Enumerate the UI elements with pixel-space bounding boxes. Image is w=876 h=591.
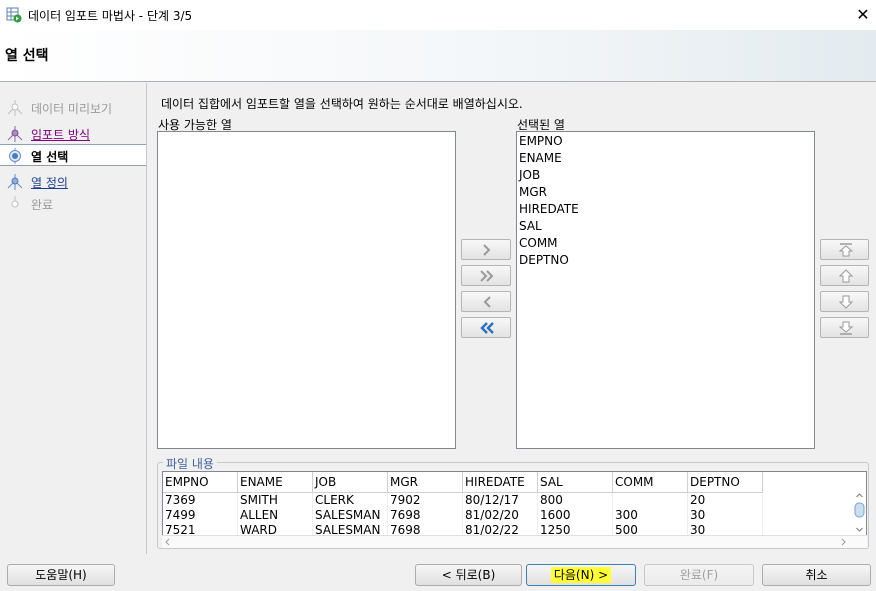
nav-step-label: 열 선택 bbox=[31, 150, 69, 164]
nav-step-label[interactable]: 임포트 방식 bbox=[31, 126, 90, 143]
arrow-up-icon bbox=[838, 269, 854, 283]
move-all-left-button[interactable] bbox=[461, 317, 511, 338]
chevron-right-icon bbox=[483, 244, 491, 256]
current-step-icon bbox=[9, 148, 21, 164]
next-button[interactable]: 다음(N) > bbox=[526, 564, 636, 586]
column-header[interactable]: DEPTNO bbox=[688, 472, 763, 493]
selected-column-item[interactable]: MGR bbox=[517, 184, 814, 201]
step-node-icon bbox=[7, 100, 23, 116]
nav-step-finish: 완료 bbox=[0, 193, 146, 215]
move-bottom-icon bbox=[838, 321, 854, 335]
column-header[interactable]: SAL bbox=[538, 472, 613, 493]
back-button[interactable]: < 뒤로(B) bbox=[415, 564, 522, 586]
move-to-bottom-button[interactable] bbox=[820, 317, 869, 338]
selected-columns-list[interactable]: EMPNO ENAME JOB MGR HIREDATE SAL COMM DEPTNO bbox=[516, 131, 815, 449]
table-column: JOB CLERK SALESMAN SALESMAN bbox=[313, 472, 388, 536]
move-left-button[interactable] bbox=[461, 291, 511, 312]
table-column: DEPTNO 20 30 30 bbox=[688, 472, 763, 536]
scrollbar-arrows-icon bbox=[165, 538, 846, 546]
close-icon[interactable]: ✕ bbox=[852, 4, 874, 26]
table-cell: SMITH bbox=[238, 493, 313, 508]
selected-column-item[interactable]: JOB bbox=[517, 167, 814, 184]
column-header[interactable]: MGR bbox=[388, 472, 463, 493]
table-cell: 300 bbox=[613, 508, 688, 523]
nav-step-column-define[interactable]: 열 정의 bbox=[0, 171, 146, 193]
column-header[interactable]: COMM bbox=[613, 472, 688, 493]
horizontal-scrollbar[interactable] bbox=[162, 535, 867, 548]
nav-step-data-preview: 데이터 미리보기 bbox=[0, 97, 146, 119]
window-title: 데이터 임포트 마법사 - 단계 3/5 bbox=[28, 9, 193, 23]
file-content-legend: 파일 내용 bbox=[163, 455, 217, 472]
page-title: 열 선택 bbox=[5, 48, 49, 64]
selected-column-item[interactable]: COMM bbox=[517, 235, 814, 252]
table-cell: 20 bbox=[688, 493, 763, 508]
wizard-header: 열 선택 bbox=[0, 30, 876, 82]
table-cell: 1600 bbox=[538, 508, 613, 523]
instruction-text: 데이터 집합에서 임포트할 열을 선택하여 원하는 순서대로 배열하십시오. bbox=[161, 97, 523, 111]
column-header[interactable]: JOB bbox=[313, 472, 388, 493]
move-to-top-button[interactable] bbox=[820, 239, 869, 260]
table-column: EMPNO 7369 7499 7521 bbox=[163, 472, 238, 536]
step-node-icon bbox=[11, 196, 19, 208]
table-cell: 7499 bbox=[163, 508, 238, 523]
table-column: SAL 800 1600 1250 bbox=[538, 472, 613, 536]
double-chevron-left-icon bbox=[480, 322, 494, 334]
table-cell bbox=[613, 493, 688, 508]
table-column: MGR 7902 7698 7698 bbox=[388, 472, 463, 536]
table-cell: 30 bbox=[688, 508, 763, 523]
table-cell: 7369 bbox=[163, 493, 238, 508]
scrollbar-arrows-icon bbox=[854, 493, 865, 532]
available-columns-list[interactable] bbox=[157, 131, 456, 449]
selected-column-item[interactable]: EMPNO bbox=[517, 133, 814, 150]
move-all-right-button[interactable] bbox=[461, 265, 511, 286]
table-cell: 7902 bbox=[388, 493, 463, 508]
vertical-scrollbar[interactable] bbox=[853, 491, 866, 535]
import-wizard-icon bbox=[6, 7, 22, 23]
table-cell: 80/12/17 bbox=[463, 493, 538, 508]
wizard-steps-nav: 데이터 미리보기 임포트 방식 열 선택 열 정의 완료 bbox=[0, 83, 147, 554]
column-header[interactable]: HIREDATE bbox=[463, 472, 538, 493]
selected-column-item[interactable]: HIREDATE bbox=[517, 201, 814, 218]
cancel-button[interactable]: 취소 bbox=[762, 564, 871, 586]
nav-step-column-select[interactable]: 열 선택 bbox=[0, 144, 146, 166]
selected-column-item[interactable]: DEPTNO bbox=[517, 252, 814, 269]
chevron-left-icon bbox=[483, 296, 491, 308]
step-node-icon bbox=[7, 174, 23, 190]
table-column: HIREDATE 80/12/17 81/02/20 81/02/22 bbox=[463, 472, 538, 536]
table-cell: ALLEN bbox=[238, 508, 313, 523]
table-cell: SALESMAN bbox=[313, 508, 388, 523]
column-header[interactable]: EMPNO bbox=[163, 472, 238, 493]
table-cell: 800 bbox=[538, 493, 613, 508]
move-up-button[interactable] bbox=[820, 265, 869, 286]
table-column: COMM 300 500 bbox=[613, 472, 688, 536]
nav-step-label: 데이터 미리보기 bbox=[31, 102, 113, 116]
table-column: ENAME SMITH ALLEN WARD bbox=[238, 472, 313, 536]
next-button-label: 다음(N) > bbox=[550, 567, 612, 583]
table-cell: 7698 bbox=[388, 508, 463, 523]
arrow-down-icon bbox=[838, 295, 854, 309]
help-button[interactable]: 도움말(H) bbox=[7, 564, 115, 586]
nav-step-label: 완료 bbox=[31, 198, 54, 212]
move-down-button[interactable] bbox=[820, 291, 869, 312]
selected-column-item[interactable]: SAL bbox=[517, 218, 814, 235]
move-top-icon bbox=[838, 243, 854, 257]
finish-button: 완료(F) bbox=[644, 564, 754, 586]
double-chevron-right-icon bbox=[480, 270, 494, 282]
move-right-button[interactable] bbox=[461, 239, 511, 260]
table-cell: CLERK bbox=[313, 493, 388, 508]
selected-column-item[interactable]: ENAME bbox=[517, 150, 814, 167]
nav-step-label[interactable]: 열 정의 bbox=[31, 174, 68, 191]
step-node-icon bbox=[7, 126, 23, 142]
column-header[interactable]: ENAME bbox=[238, 472, 313, 493]
table-cell: 81/02/20 bbox=[463, 508, 538, 523]
nav-step-import-method[interactable]: 임포트 방식 bbox=[0, 123, 146, 145]
